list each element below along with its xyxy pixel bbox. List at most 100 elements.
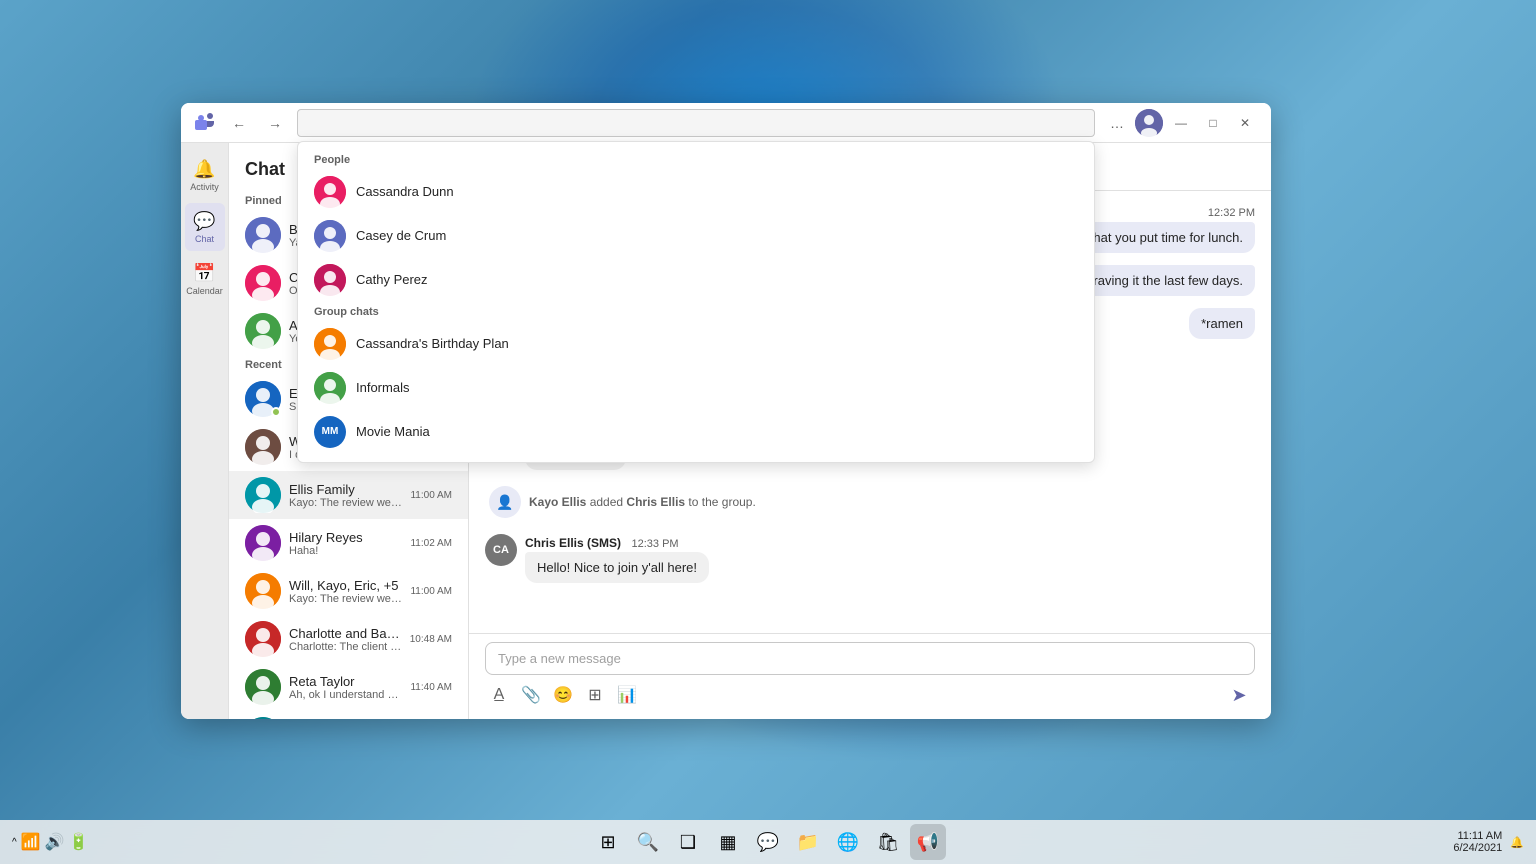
movie-mania-avatar: MM (314, 416, 346, 448)
aadi-avatar (245, 313, 281, 349)
taskbar-center: ⊞ 🔍 ❑ ▦ 💬 📁 🌐 🛍 📢 (590, 824, 946, 860)
attach-button[interactable]: 📎 (517, 681, 545, 709)
chris-sender-name: Chris Ellis (SMS) (525, 536, 621, 550)
nav-sidebar: 🔔 Activity 💬 Chat 📅 Calendar (181, 143, 229, 719)
explorer-button[interactable]: 📁 (790, 824, 826, 860)
activity-icon: 🔔 (193, 159, 215, 180)
reta-info: Reta Taylor Ah, ok I understand now. (289, 674, 402, 701)
hilary-info: Hilary Reyes Haha! (289, 530, 402, 557)
dropdown-casey-de-crum[interactable]: Casey de Crum (298, 214, 1094, 258)
cassandra-dunn-name: Cassandra Dunn (356, 184, 454, 199)
dropdown-informals[interactable]: Informals (298, 366, 1094, 410)
format-button[interactable]: A̲ (485, 681, 513, 709)
forward-button[interactable]: → (261, 109, 289, 137)
battery-icon: 🔋 (69, 832, 89, 852)
charlotte-avatar (245, 621, 281, 657)
title-bar-right: … — □ ✕ (1103, 109, 1259, 137)
chat-item-ellis-family[interactable]: Ellis Family Kayo: The review went reall… (229, 471, 468, 519)
will-avatar (245, 429, 281, 465)
teams-window: ← → Ca People Cassandra Dunn (181, 103, 1271, 719)
back-button[interactable]: ← (225, 109, 253, 137)
casey-de-crum-avatar (314, 220, 346, 252)
sidebar-item-activity[interactable]: 🔔 Activity (185, 151, 225, 199)
taskbar-time: 11:11 AM (1453, 830, 1502, 842)
ellis-family-name: Ellis Family (289, 482, 402, 497)
taskbar-search-button[interactable]: 🔍 (630, 824, 666, 860)
calendar-icon: 📅 (193, 263, 215, 284)
reta-avatar (245, 669, 281, 705)
will-group-info: Will, Kayo, Eric, +5 Kayo: The review we… (289, 578, 402, 605)
sidebar-item-calendar[interactable]: 📅 Calendar (185, 255, 225, 303)
cathy-perez-avatar (314, 264, 346, 296)
sidebar-item-chat[interactable]: 💬 Chat (185, 203, 225, 251)
cassandras-birthday-name: Cassandra's Birthday Plan (356, 336, 509, 351)
eric-avatar (245, 381, 281, 417)
chat-item-charlotte[interactable]: Charlotte and Babak Charlotte: The clien… (229, 615, 468, 663)
ellis-family-time: 11:00 AM (410, 490, 452, 501)
start-button[interactable]: ⊞ (590, 824, 626, 860)
chat-icon: 💬 (193, 211, 215, 232)
sticker-button[interactable]: 📊 (613, 681, 641, 709)
dropdown-cathy-perez[interactable]: Cathy Perez (298, 258, 1094, 302)
chat-label: Chat (195, 234, 214, 244)
charlotte-name: Charlotte and Babak (289, 626, 402, 641)
search-bar: Ca People Cassandra Dunn Casey de Crum (297, 109, 1095, 137)
taskbar-left: ^ 📶 🔊 🔋 (12, 832, 88, 852)
chat-list-title: Chat (245, 159, 285, 180)
widgets-button[interactable]: ▦ (710, 824, 746, 860)
maximize-button[interactable]: □ (1199, 109, 1227, 137)
dropdown-cassandra-dunn[interactable]: Cassandra Dunn (298, 170, 1094, 214)
message-input-area: Type a new message A̲ 📎 😊 ⊞ 📊 ➤ (469, 633, 1271, 719)
edge-button[interactable]: 🌐 (830, 824, 866, 860)
store-button[interactable]: 🛍 (870, 824, 906, 860)
chris-sender-line: Chris Ellis (SMS) 12:33 PM (525, 534, 1255, 552)
charlotte-preview: Charlotte: The client was pretty happy w… (289, 641, 402, 653)
message-row-chris: CA Chris Ellis (SMS) 12:33 PM Hello! Nic… (485, 534, 1255, 583)
calendar-label: Calendar (186, 286, 223, 296)
chat-item-hilary[interactable]: Hilary Reyes Haha! 11:02 AM (229, 519, 468, 567)
chris-bubble: Hello! Nice to join y'all here! (525, 552, 709, 583)
cathy-perez-name: Cathy Perez (356, 272, 428, 287)
taskbar: ^ 📶 🔊 🔋 ⊞ 🔍 ❑ ▦ 💬 📁 🌐 🛍 📢 11:11 AM 6/24/… (0, 820, 1536, 864)
dropdown-movie-mania[interactable]: MM Movie Mania (298, 410, 1094, 454)
message-bubble-3: *ramen (1189, 308, 1255, 339)
reta-preview: Ah, ok I understand now. (289, 689, 402, 701)
close-button[interactable]: ✕ (1231, 109, 1259, 137)
title-bar: ← → Ca People Cassandra Dunn (181, 103, 1271, 143)
cassandra-dunn-avatar (314, 176, 346, 208)
hilary-avatar (245, 525, 281, 561)
send-button[interactable]: ➤ (1223, 679, 1255, 711)
system-icon: 👤 (489, 486, 521, 518)
taskbar-date: 6/24/2021 (1453, 842, 1502, 854)
search-input[interactable]: Ca (297, 109, 1095, 137)
message-input-placeholder: Type a new message (485, 642, 1255, 675)
will-group-avatar (245, 573, 281, 609)
gif-button[interactable]: ⊞ (581, 681, 609, 709)
hilary-preview: Haha! (289, 545, 402, 557)
charlotte-info: Charlotte and Babak Charlotte: The clien… (289, 626, 402, 653)
wifi-icon: 📶 (21, 832, 41, 852)
emoji-button[interactable]: 😊 (549, 681, 577, 709)
task-view-button[interactable]: ❑ (670, 824, 706, 860)
message-toolbar: A̲ 📎 😊 ⊞ 📊 ➤ (485, 679, 1255, 711)
informals-name: Informals (356, 380, 409, 395)
joshua-avatar (245, 717, 281, 719)
chris-message-time: 12:33 PM (631, 538, 678, 550)
will-group-preview: Kayo: The review went really well! Can't… (289, 593, 402, 605)
chat-item-reta[interactable]: Reta Taylor Ah, ok I understand now. 11:… (229, 663, 468, 711)
ellis-family-info: Ellis Family Kayo: The review went reall… (289, 482, 402, 509)
system-message-added: 👤 Kayo Ellis added Chris Ellis to the gr… (485, 482, 1255, 522)
teams-taskbar-button[interactable]: 📢 (910, 824, 946, 860)
taskbar-clock: 11:11 AM 6/24/2021 (1453, 830, 1502, 854)
chris-initials: CA (493, 544, 509, 556)
search-dropdown: People Cassandra Dunn Casey de Crum (297, 141, 1095, 463)
minimize-button[interactable]: — (1167, 109, 1195, 137)
more-options-button[interactable]: … (1103, 109, 1131, 137)
chat-item-will-group[interactable]: Will, Kayo, Eric, +5 Kayo: The review we… (229, 567, 468, 615)
chat-item-joshua[interactable]: Joshua VanBuren Thanks for reviewing! 10… (229, 711, 468, 719)
dropdown-cassandras-birthday[interactable]: Cassandra's Birthday Plan (298, 322, 1094, 366)
user-avatar[interactable] (1135, 109, 1163, 137)
taskbar-chat-button[interactable]: 💬 (750, 824, 786, 860)
chris-message-avatar: CA (485, 534, 517, 566)
online-indicator (271, 407, 281, 417)
